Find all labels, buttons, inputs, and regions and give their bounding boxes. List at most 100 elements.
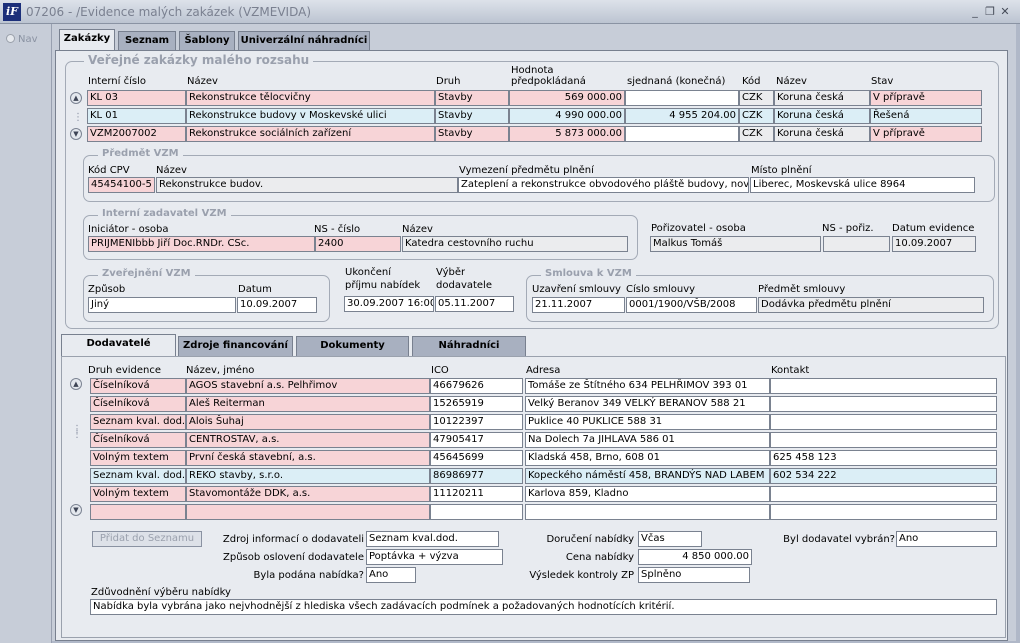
scroll-down-icon[interactable]: ▼: [70, 504, 82, 516]
scroll-grip-icon[interactable]: ⋮ ⋮: [72, 425, 82, 440]
dod-nazev[interactable]: První česká stavební, a.s.: [186, 450, 430, 466]
scroll-up-icon[interactable]: ▲: [70, 92, 82, 104]
minimize-icon[interactable]: _: [969, 5, 981, 18]
ns-poriz-field[interactable]: [823, 236, 890, 252]
vyber-field[interactable]: 05.11.2007: [435, 296, 514, 312]
tab-dodavatele[interactable]: Dodavatelé: [61, 334, 176, 356]
vzm-predpokladana[interactable]: 569 000.00: [509, 90, 625, 106]
doruceni-field[interactable]: Včas: [638, 531, 702, 547]
vzm-druh[interactable]: Stavby: [435, 108, 509, 124]
dod-nazev[interactable]: Aleš Reiterman: [186, 396, 430, 412]
dod-nazev[interactable]: CENTROSTAV, a.s.: [186, 432, 430, 448]
tab-sablony[interactable]: Šablony: [179, 31, 235, 51]
zpusob-osloveni-field[interactable]: Poptávka + výzva: [366, 549, 503, 565]
dod-kontakt[interactable]: [770, 378, 997, 394]
vysledek-field[interactable]: Splněno: [638, 567, 750, 583]
dod-druh[interactable]: Seznam kval. dod.: [90, 414, 186, 430]
vzm-mena[interactable]: Koruna česká: [774, 90, 870, 106]
vzm-kod[interactable]: CZK: [739, 108, 774, 124]
vzm-sjednana[interactable]: 4 955 204.00: [625, 108, 739, 124]
dod-kontakt[interactable]: 602 534 222: [770, 468, 997, 484]
dod-nazev[interactable]: Stavomontáže DDK, a.s.: [186, 486, 430, 502]
dod-kontakt[interactable]: [770, 486, 997, 502]
nav-item[interactable]: Nav: [6, 34, 38, 45]
dod-kontakt[interactable]: 625 458 123: [770, 450, 997, 466]
tab-zdroje-financovani[interactable]: Zdroje financování: [178, 336, 293, 356]
dod-druh[interactable]: Volným textem: [90, 450, 186, 466]
dod-adresa[interactable]: Kopeckého náměstí 458, BRANDÝS NAD LABEM: [525, 468, 770, 484]
dod-adresa[interactable]: Na Dolech 7a JIHLAVA 586 01: [525, 432, 770, 448]
vzm-druh[interactable]: Stavby: [435, 90, 509, 106]
dod-druh[interactable]: Číselníková: [90, 432, 186, 448]
dod-adresa[interactable]: Velký Beranov 349 VELKÝ BERANOV 588 21: [525, 396, 770, 412]
dod-adresa[interactable]: Karlova 859, Kladno: [525, 486, 770, 502]
predmet-vymezeni-field[interactable]: Zateplení a rekonstrukce obvodového pláš…: [458, 177, 749, 193]
dod-kontakt[interactable]: [770, 504, 997, 520]
vzm-sjednana[interactable]: [625, 90, 739, 106]
dod-kontakt[interactable]: [770, 432, 997, 448]
dod-nazev[interactable]: Alois Šuhaj: [186, 414, 430, 430]
predmet-nazev-field[interactable]: Rekonstrukce budov.: [156, 177, 458, 193]
dod-druh[interactable]: Číselníková: [90, 396, 186, 412]
predmet-kod-field[interactable]: 45454100-5: [88, 177, 155, 193]
vzm-mena[interactable]: Koruna česká: [774, 108, 870, 124]
dod-adresa[interactable]: Tomáše ze Štítného 634 PELHŘIMOV 393 01: [525, 378, 770, 394]
iniciator-field[interactable]: PRIJMENIbbb Jiří Doc.RNDr. CSc.: [88, 236, 315, 252]
dod-nazev[interactable]: [186, 504, 430, 520]
vzm-stav[interactable]: Řešená: [870, 108, 982, 124]
dod-ico[interactable]: 45645699: [430, 450, 523, 466]
dod-ico[interactable]: 47905417: [430, 432, 523, 448]
scroll-down-icon[interactable]: ▼: [70, 128, 82, 140]
tab-seznam[interactable]: Seznam: [118, 31, 176, 51]
dod-ico[interactable]: [430, 504, 523, 520]
zpusob-field[interactable]: Jiný: [88, 297, 236, 313]
vzm-sjednana[interactable]: [625, 126, 739, 142]
cena-field[interactable]: 4 850 000.00: [638, 549, 752, 565]
dod-druh[interactable]: [90, 504, 186, 520]
dod-kontakt[interactable]: [770, 396, 997, 412]
dod-kontakt[interactable]: [770, 414, 997, 430]
predmet-misto-field[interactable]: Liberec, Moskevská ulice 8964: [750, 177, 975, 193]
tab-nahradnici[interactable]: Náhradníci: [412, 336, 526, 356]
scroll-up-icon[interactable]: ▲: [70, 378, 82, 390]
restore-icon[interactable]: ❐: [984, 5, 996, 18]
vzm-nazev[interactable]: Rekonstrukce budovy v Moskevské ulici: [186, 108, 435, 124]
datum-evidence-field[interactable]: 10.09.2007: [892, 236, 976, 252]
vzm-kod[interactable]: CZK: [739, 90, 774, 106]
vzm-stav[interactable]: V přípravě: [870, 90, 982, 106]
dod-ico[interactable]: 11120211: [430, 486, 523, 502]
vzm-mena[interactable]: Koruna česká: [774, 126, 870, 142]
vzm-cislo[interactable]: KL 03: [87, 90, 186, 106]
ns-cislo-field[interactable]: 2400: [315, 236, 401, 252]
vzm-predpokladana[interactable]: 4 990 000.00: [509, 108, 625, 124]
predmet-smlouvy-field[interactable]: Dodávka předmětu plnění: [758, 297, 984, 313]
dod-adresa[interactable]: Puklice 40 PUKLICE 588 31: [525, 414, 770, 430]
dod-nazev[interactable]: AGOS stavební a.s. Pelhřimov: [186, 378, 430, 394]
zadavatel-nazev-field[interactable]: Katedra cestovního ruchu: [402, 236, 628, 252]
vybran-field[interactable]: Ano: [896, 531, 997, 547]
scroll-grip-icon[interactable]: ⋮: [73, 113, 83, 123]
zdroj-field[interactable]: Seznam kval.dod.: [366, 531, 499, 547]
zverejneni-datum-field[interactable]: 10.09.2007: [237, 297, 317, 313]
vzm-stav[interactable]: V přípravě: [870, 126, 982, 142]
vzm-kod[interactable]: CZK: [739, 126, 774, 142]
dod-ico[interactable]: 46679626: [430, 378, 523, 394]
vzm-cislo[interactable]: VZM2007002: [87, 126, 186, 142]
tab-univerzalni-nahradnici[interactable]: Univerzální náhradníci: [238, 31, 370, 51]
vzm-predpokladana[interactable]: 5 873 000.00: [509, 126, 625, 142]
tab-zakazky[interactable]: Zakázky: [59, 29, 115, 51]
dod-druh[interactable]: Volným textem: [90, 486, 186, 502]
porizovatel-field[interactable]: Malkus Tomáš: [650, 236, 821, 252]
vzm-cislo[interactable]: KL 01: [87, 108, 186, 124]
vzm-nazev[interactable]: Rekonstrukce sociálních zařízení: [186, 126, 435, 142]
ukonceni-field[interactable]: 30.09.2007 16:00: [344, 296, 434, 312]
tab-dokumenty[interactable]: Dokumenty: [296, 336, 409, 356]
cislo-smlouvy-field[interactable]: 0001/1900/VŠB/2008: [626, 297, 757, 313]
vzm-druh[interactable]: Stavby: [435, 126, 509, 142]
podana-field[interactable]: Ano: [366, 567, 416, 583]
dod-druh[interactable]: Číselníková: [90, 378, 186, 394]
vzm-nazev[interactable]: Rekonstrukce tělocvičny: [186, 90, 435, 106]
close-icon[interactable]: ✕: [999, 5, 1011, 18]
dod-ico[interactable]: 10122397: [430, 414, 523, 430]
dod-ico[interactable]: 15265919: [430, 396, 523, 412]
